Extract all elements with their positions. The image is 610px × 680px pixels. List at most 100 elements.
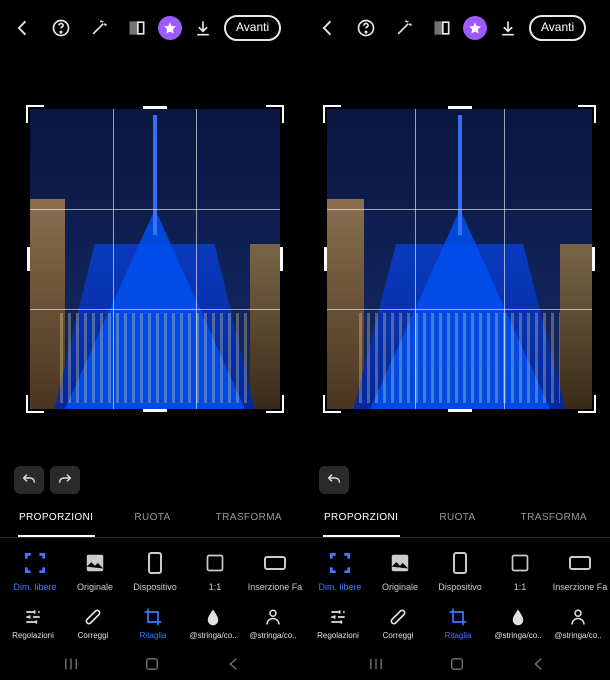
top-toolbar: Avanti (305, 0, 610, 56)
ratio-label: Originale (77, 582, 113, 592)
tool-correct[interactable]: Correggi (369, 606, 427, 640)
undo-button[interactable] (319, 466, 349, 494)
tool-adjustments[interactable]: Regolazioni (309, 606, 367, 640)
star-icon[interactable] (463, 16, 487, 40)
tool-label: Correggi (78, 631, 109, 640)
bottom-toolbar: Regolazioni Correggi Ritaglia @stringa/c… (0, 600, 305, 648)
ratio-free[interactable]: Dim. libere (311, 550, 369, 592)
ratio-fb-ad[interactable]: Inserzione Fa (246, 550, 304, 592)
crop-tabs: PROPORZIONI RUOTA TRASFORMA (0, 498, 305, 538)
nav-back-icon[interactable] (530, 655, 548, 673)
nav-recents-icon[interactable] (62, 655, 80, 673)
crop-handle-br[interactable] (578, 395, 596, 413)
ratio-free[interactable]: Dim. libere (6, 550, 64, 592)
download-icon[interactable] (186, 11, 220, 45)
compare-icon[interactable] (120, 11, 154, 45)
nav-recents-icon[interactable] (367, 655, 385, 673)
star-icon[interactable] (158, 16, 182, 40)
crop-handle-bottom[interactable] (448, 409, 472, 412)
crop-handle-top[interactable] (448, 106, 472, 109)
nav-back-icon[interactable] (225, 655, 243, 673)
ratio-label: Originale (382, 582, 418, 592)
crop-handle-tl[interactable] (323, 105, 341, 123)
tool-crop[interactable]: Ritaglia (429, 606, 487, 640)
tool-label: @stringa/co.. (494, 631, 541, 640)
ratio-device[interactable]: Dispositivo (431, 550, 489, 592)
ratio-label: Dispositivo (133, 582, 177, 592)
tool-string2[interactable]: @stringa/co.. (549, 606, 607, 640)
tab-rotate[interactable]: RUOTA (104, 498, 200, 537)
tool-label: Ritaglia (140, 631, 167, 640)
crop-frame[interactable] (30, 109, 280, 409)
crop-handle-bl[interactable] (26, 395, 44, 413)
compare-icon[interactable] (425, 11, 459, 45)
help-icon[interactable] (349, 11, 383, 45)
tab-proportions[interactable]: PROPORZIONI (313, 498, 409, 537)
tool-string1[interactable]: @stringa/co.. (489, 606, 547, 640)
canvas-area[interactable] (305, 56, 610, 462)
photo-preview (327, 109, 592, 409)
crop-handle-left[interactable] (27, 247, 30, 271)
tab-rotate[interactable]: RUOTA (409, 498, 505, 537)
next-button[interactable]: Avanti (224, 15, 281, 40)
crop-handle-right[interactable] (592, 247, 595, 271)
tool-adjustments[interactable]: Regolazioni (4, 606, 62, 640)
ratio-device[interactable]: Dispositivo (126, 550, 184, 592)
fbad-ratio-icon (262, 550, 288, 576)
crop-frame[interactable] (327, 109, 592, 409)
top-toolbar: Avanti (0, 0, 305, 56)
redo-button[interactable] (50, 466, 80, 494)
tool-string1[interactable]: @stringa/co.. (184, 606, 242, 640)
undo-button[interactable] (14, 466, 44, 494)
crop-handle-tr[interactable] (266, 105, 284, 123)
ratio-row: Dim. libere Originale Dispositivo 1:1 In… (0, 538, 305, 600)
back-icon[interactable] (311, 11, 345, 45)
crop-handle-bottom[interactable] (143, 409, 167, 412)
tab-proportions[interactable]: PROPORZIONI (8, 498, 104, 537)
back-icon[interactable] (6, 11, 40, 45)
tool-label: Ritaglia (445, 631, 472, 640)
device-ratio-icon (447, 550, 473, 576)
crop-handle-top[interactable] (143, 106, 167, 109)
nav-home-icon[interactable] (143, 655, 161, 673)
ratio-original[interactable]: Originale (371, 550, 429, 592)
system-navbar (0, 648, 305, 680)
editor-pane-right: Avanti (305, 0, 610, 680)
nav-home-icon[interactable] (448, 655, 466, 673)
tool-crop[interactable]: Ritaglia (124, 606, 182, 640)
tool-label: Regolazioni (317, 631, 359, 640)
tab-transform[interactable]: TRASFORMA (201, 498, 297, 537)
crop-icon (447, 606, 469, 628)
ratio-fb-ad[interactable]: Inserzione Fa (551, 550, 609, 592)
tool-label: Correggi (383, 631, 414, 640)
crop-handle-bl[interactable] (323, 395, 341, 413)
ratio-1-1[interactable]: 1:1 (186, 550, 244, 592)
bottom-toolbar: Regolazioni Correggi Ritaglia @stringa/c… (305, 600, 610, 648)
tab-transform[interactable]: TRASFORMA (506, 498, 602, 537)
tool-correct[interactable]: Correggi (64, 606, 122, 640)
ratio-label: 1:1 (514, 582, 527, 592)
ratio-label: Dispositivo (438, 582, 482, 592)
ratio-row: Dim. libere Originale Dispositivo 1:1 In… (305, 538, 610, 600)
crop-handle-br[interactable] (266, 395, 284, 413)
tool-string2[interactable]: @stringa/co.. (244, 606, 302, 640)
photo-preview (30, 109, 280, 409)
ratio-original[interactable]: Originale (66, 550, 124, 592)
crop-handle-tr[interactable] (578, 105, 596, 123)
wand-icon[interactable] (82, 11, 116, 45)
crop-icon (142, 606, 164, 628)
device-ratio-icon (142, 550, 168, 576)
canvas-area[interactable] (0, 56, 305, 462)
download-icon[interactable] (491, 11, 525, 45)
help-icon[interactable] (44, 11, 78, 45)
crop-handle-right[interactable] (280, 247, 283, 271)
ratio-label: Inserzione Fa (248, 582, 303, 592)
wand-icon[interactable] (387, 11, 421, 45)
crop-handle-tl[interactable] (26, 105, 44, 123)
undo-redo-row (0, 462, 305, 498)
ratio-1-1[interactable]: 1:1 (491, 550, 549, 592)
crop-handle-left[interactable] (324, 247, 327, 271)
sliders-icon (327, 606, 349, 628)
next-button[interactable]: Avanti (529, 15, 586, 40)
tool-label: @stringa/co.. (189, 631, 236, 640)
